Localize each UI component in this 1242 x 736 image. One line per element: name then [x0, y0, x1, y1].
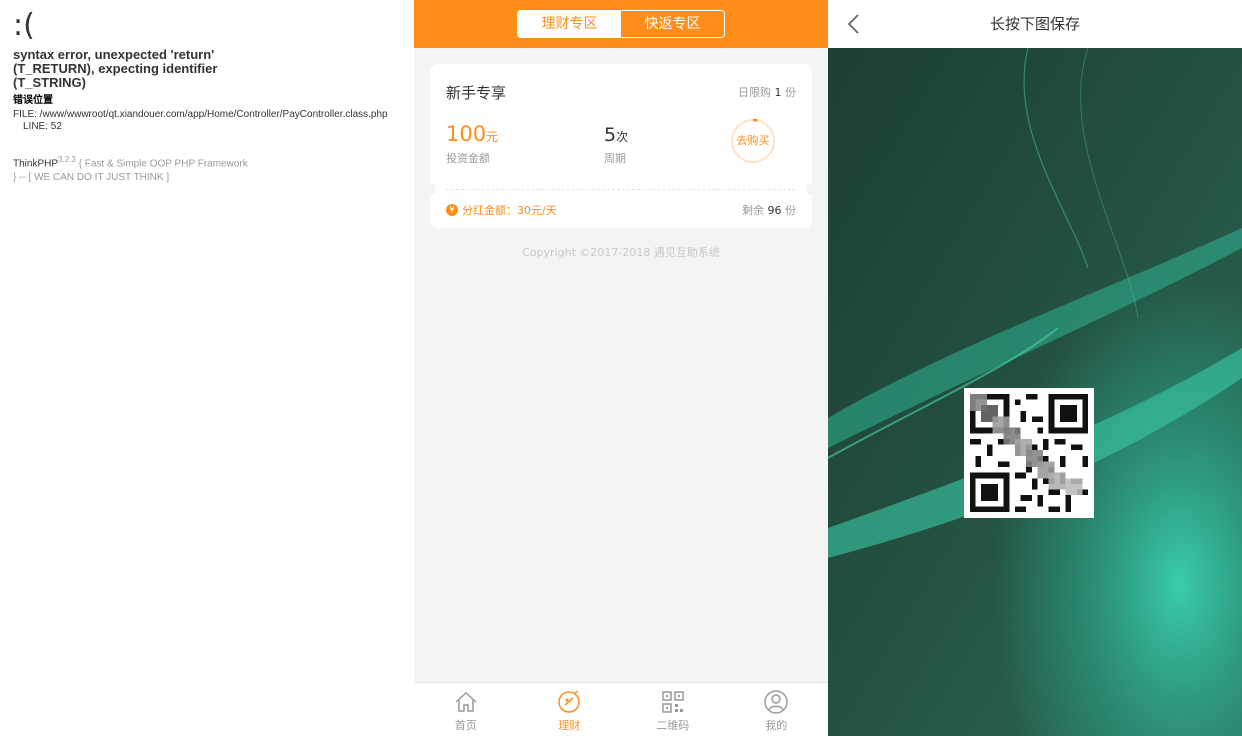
user-icon: [764, 690, 788, 714]
remain-value: 96: [767, 204, 782, 217]
remain-unit: 份: [785, 204, 796, 217]
qr-code[interactable]: [964, 388, 1094, 518]
daily-limit: 日限购 1 份: [738, 84, 796, 100]
remain-label: 剩余: [742, 204, 764, 217]
tabbar-label-finance: 理财: [558, 719, 581, 732]
daily-limit-label: 日限购: [738, 86, 771, 99]
site-copyright: Copyright ©2017-2018 遇见互助系统: [522, 246, 720, 259]
period: 5次: [604, 124, 628, 146]
poster-header: 长按下图保存: [828, 0, 1242, 48]
dividend-info: ¥ 分红金额：30元/天: [446, 202, 557, 218]
daily-limit-unit: 份: [785, 86, 796, 99]
sad-face: :(: [13, 8, 35, 43]
product-title: 新手专享: [446, 84, 507, 102]
period-value: 5: [604, 124, 617, 146]
amount-label: 投资金额: [446, 152, 490, 165]
tabbar-label-home: 首页: [454, 719, 477, 732]
error-message: syntax error, unexpected 'return' (T_RET…: [13, 47, 218, 90]
home-icon: [455, 691, 477, 712]
card-divider: [446, 189, 796, 190]
period-label: 周期: [604, 152, 626, 165]
finance-header: 理财专区 快返专区: [414, 0, 828, 48]
tabbar-item-home[interactable]: 首页: [414, 683, 518, 736]
framework-version: 3.2.3: [58, 155, 76, 164]
daily-limit-value: 1: [774, 86, 782, 99]
qrcode-image-icon: [970, 394, 1088, 512]
tabbar-label-mine: 我的: [765, 719, 788, 732]
remaining-stock: 剩余 96 份: [742, 202, 796, 218]
framework-link[interactable]: ThinkPHP: [13, 158, 58, 169]
buy-button[interactable]: 去购买: [730, 118, 776, 164]
error-location-title: 错误位置: [13, 95, 53, 106]
tab-quick-return-zone[interactable]: 快返专区: [621, 11, 724, 37]
bottom-tabbar: 首页 理财 二维码 我的: [414, 682, 828, 736]
error-panel: :( syntax error, unexpected 'return' (T_…: [0, 0, 414, 736]
poster-title: 长按下图保存: [989, 15, 1080, 33]
tabbar-label-qrcode: 二维码: [656, 719, 690, 732]
error-file: FILE: /www/wwwroot/qt.xiandouer.com/app/…: [13, 109, 388, 120]
product-card-top: 新手专享 日限购 1 份 100元 投资金额 5次 周期 去购买: [430, 64, 812, 189]
card-notch-left: [424, 183, 436, 195]
tabbar-item-mine[interactable]: 我的: [725, 683, 829, 736]
coin-icon: ¥: [446, 204, 458, 216]
product-card[interactable]: 新手专享 日限购 1 份 100元 投资金额 5次 周期 去购买 ¥ 分红金额：…: [424, 64, 818, 228]
buy-label: 去购买: [736, 134, 770, 147]
finance-icon: [558, 690, 580, 713]
error-line: LINE: 52: [23, 121, 62, 132]
poster-panel: 长按下图保存: [828, 0, 1242, 736]
period-unit: 次: [616, 130, 629, 144]
dividend-text: 分红金额：30元/天: [462, 204, 557, 217]
tabbar-item-finance[interactable]: 理财: [518, 683, 622, 736]
zone-switch: 理财专区 快返专区: [517, 10, 725, 38]
card-notch-right: [806, 183, 818, 195]
tabbar-item-qrcode[interactable]: 二维码: [621, 683, 725, 736]
investment-amount: 100元: [446, 122, 498, 146]
finance-panel: 理财专区 快返专区 新手专享 日限购 1 份 100元 投资金额 5次 周期 去…: [414, 0, 828, 736]
framework-credit: ThinkPHP3.2.3 { Fast & Simple OOP PHP Fr…: [13, 153, 253, 185]
amount-value: 100: [446, 122, 487, 146]
qrcode-icon: [662, 691, 684, 713]
tab-finance-zone[interactable]: 理财专区: [518, 11, 621, 37]
amount-unit: 元: [486, 130, 499, 144]
